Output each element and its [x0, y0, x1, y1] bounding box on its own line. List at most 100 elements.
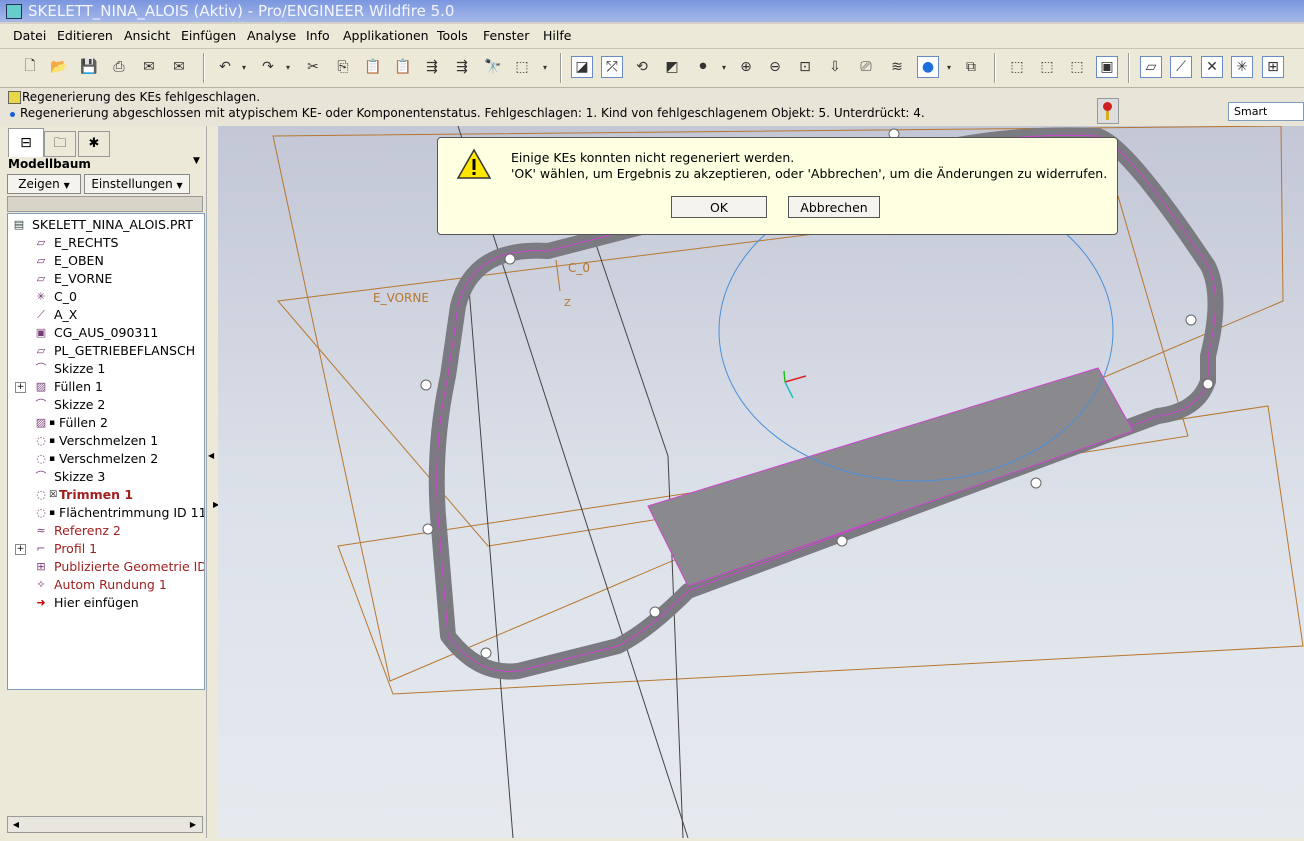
- suppressed-marker-icon: ▪: [49, 508, 56, 518]
- tree-item[interactable]: + ▨ Füllen 1: [8, 378, 204, 396]
- tree-item[interactable]: ◌ ▪ Verschmelzen 2: [8, 450, 204, 468]
- model-tree-menu-icon[interactable]: ▼: [193, 156, 200, 166]
- copy-icon[interactable]: ⎘: [332, 56, 354, 78]
- wireframe-icon[interactable]: ⬚: [1006, 56, 1028, 78]
- point-display-icon[interactable]: ✕: [1201, 56, 1223, 78]
- paste-special-icon[interactable]: 📋: [392, 56, 414, 78]
- cancel-button[interactable]: Abbrechen: [788, 196, 880, 218]
- annotation-display-icon[interactable]: ⊞: [1262, 56, 1284, 78]
- regeneration-status-button[interactable]: [1097, 98, 1119, 124]
- menu-datei[interactable]: Datei: [13, 28, 46, 43]
- datum-axis-display-icon[interactable]: ⟋: [1170, 56, 1192, 78]
- open-folder-icon[interactable]: 📂: [48, 56, 70, 78]
- tree-item-label: Füllen 2: [59, 415, 108, 430]
- menu-hilfe[interactable]: Hilfe: [543, 28, 571, 43]
- tree-item[interactable]: ◌ ▪ Verschmelzen 1: [8, 432, 204, 450]
- zoom-in-icon[interactable]: ⊕: [735, 56, 757, 78]
- tab-model-tree[interactable]: ⊟: [8, 128, 44, 157]
- print-icon[interactable]: ⎙: [108, 56, 130, 78]
- new-file-icon[interactable]: 🗋: [19, 56, 41, 78]
- horizontal-scrollbar[interactable]: ◀ ▶: [7, 816, 203, 833]
- tree-item-label: E_OBEN: [54, 253, 104, 268]
- tree-item[interactable]: ⟋ A_X: [8, 306, 204, 324]
- chevron-down-icon: ▼: [176, 181, 183, 190]
- cut-icon[interactable]: ✂: [302, 56, 324, 78]
- ok-button[interactable]: OK: [671, 196, 767, 218]
- tree-item[interactable]: ✳ C_0: [8, 288, 204, 306]
- zoom-out-icon[interactable]: ⊖: [764, 56, 786, 78]
- sketch-icon: ⌒: [35, 362, 47, 375]
- tab-favorites[interactable]: ✱: [78, 131, 110, 157]
- refit-icon[interactable]: ⊡: [794, 56, 816, 78]
- tree-item[interactable]: ▱ E_VORNE: [8, 270, 204, 288]
- menu-applikationen[interactable]: Applikationen: [343, 28, 429, 43]
- show-button[interactable]: Zeigen ▼: [7, 174, 81, 194]
- tab-folder-browser[interactable]: 🗀: [44, 131, 76, 157]
- redo-dropdown-icon[interactable]: ▾: [282, 56, 294, 78]
- orient-mode-icon[interactable]: ⟲: [631, 56, 653, 78]
- tree-item[interactable]: ✧ Autom Rundung 1: [8, 576, 204, 594]
- email-icon[interactable]: ✉: [138, 56, 160, 78]
- tree-item-label: E_RECHTS: [54, 235, 119, 250]
- settings-button[interactable]: Einstellungen ▼: [84, 174, 190, 194]
- menu-fenster[interactable]: Fenster: [483, 28, 529, 43]
- appearance-icon[interactable]: ⚫: [692, 56, 714, 78]
- view-manager-icon[interactable]: ◩: [661, 56, 683, 78]
- selection-filter[interactable]: Smart: [1228, 102, 1304, 121]
- menu-ansicht[interactable]: Ansicht: [124, 28, 170, 43]
- tree-item[interactable]: ⌒ Skizze 3: [8, 468, 204, 486]
- tree-item[interactable]: ▨ ▪ Füllen 2: [8, 414, 204, 432]
- layers-icon[interactable]: ≋: [886, 56, 908, 78]
- tree-item[interactable]: ≈ Referenz 2: [8, 522, 204, 540]
- csys-display-icon[interactable]: ✳: [1231, 56, 1253, 78]
- paste-icon[interactable]: 📋: [362, 56, 384, 78]
- email-link-icon[interactable]: ✉: [168, 56, 190, 78]
- scroll-left-icon[interactable]: ◀: [9, 818, 23, 831]
- repaint-icon[interactable]: ◪: [571, 56, 593, 78]
- display-style-icon[interactable]: ⧉: [960, 56, 982, 78]
- no-hidden-icon[interactable]: ⬚: [1066, 56, 1088, 78]
- datum-plane-display-icon[interactable]: ▱: [1140, 56, 1162, 78]
- tree-item[interactable]: ▱ E_OBEN: [8, 252, 204, 270]
- selection-dropdown-icon[interactable]: ▾: [539, 56, 551, 78]
- tree-item[interactable]: ▱ PL_GETRIEBEFLANSCH: [8, 342, 204, 360]
- display-dropdown-icon[interactable]: ▾: [943, 56, 955, 78]
- tree-item[interactable]: ▣ CG_AUS_090311: [8, 324, 204, 342]
- appearance-dropdown-icon[interactable]: ▾: [718, 56, 730, 78]
- selection-box-icon[interactable]: ⬚: [511, 56, 533, 78]
- undo-dropdown-icon[interactable]: ▾: [238, 56, 250, 78]
- model-display-icon[interactable]: ●: [917, 56, 939, 78]
- spin-center-icon[interactable]: ⤱: [601, 56, 623, 78]
- undo-icon[interactable]: ↶: [214, 56, 236, 78]
- reorient-icon[interactable]: ⇩: [824, 56, 846, 78]
- find-icon[interactable]: 🔭: [482, 56, 504, 78]
- tree-item[interactable]: ◌ ☒ Trimmen 1: [8, 486, 204, 504]
- menu-analyse[interactable]: Analyse: [247, 28, 296, 43]
- tree-item[interactable]: ▱ E_RECHTS: [8, 234, 204, 252]
- menu-einfuegen[interactable]: Einfügen: [181, 28, 236, 43]
- tree-item[interactable]: ⌒ Skizze 2: [8, 396, 204, 414]
- expand-icon[interactable]: +: [15, 382, 26, 393]
- hidden-line-icon[interactable]: ⬚: [1036, 56, 1058, 78]
- tree-item[interactable]: ◌ ▪ Flächentrimmung ID 11: [8, 504, 204, 522]
- datum-axis-icon: ⟋: [37, 308, 45, 321]
- menu-info[interactable]: Info: [306, 28, 330, 43]
- shading-icon[interactable]: ▣: [1096, 56, 1118, 78]
- menu-editieren[interactable]: Editieren: [57, 28, 113, 43]
- save-icon[interactable]: 💾: [78, 56, 100, 78]
- tree-item-label: E_VORNE: [54, 271, 113, 286]
- menu-tools[interactable]: Tools: [437, 28, 468, 43]
- redo-icon[interactable]: ↷: [257, 56, 279, 78]
- tree-item[interactable]: ➜ Hier einfügen: [8, 594, 204, 612]
- tree-item[interactable]: ⌒ Skizze 1: [8, 360, 204, 378]
- app-icon: [6, 4, 22, 19]
- datum-plane-icon: ▱: [36, 254, 46, 267]
- scroll-right-icon[interactable]: ▶: [186, 818, 200, 831]
- tree-item[interactable]: ⊞ Publizierte Geometrie ID: [8, 558, 204, 576]
- expand-icon[interactable]: +: [15, 544, 26, 555]
- regenerate-icon[interactable]: ⇶: [421, 56, 443, 78]
- tree-item[interactable]: + ⌐ Profil 1: [8, 540, 204, 558]
- regenerate-manager-icon[interactable]: ⇶: [451, 56, 473, 78]
- collapse-left-icon[interactable]: ◀: [208, 451, 214, 460]
- saved-views-icon[interactable]: ⎚: [855, 56, 877, 78]
